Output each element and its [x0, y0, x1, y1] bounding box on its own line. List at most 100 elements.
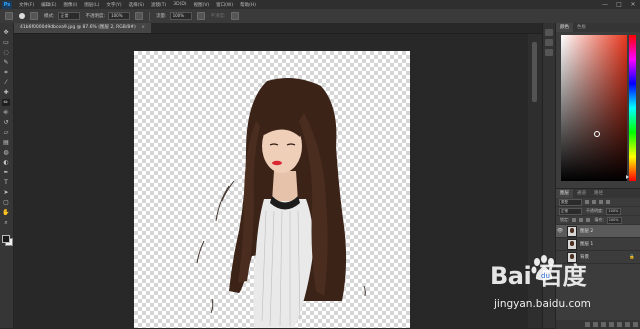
- healing-tool-icon[interactable]: ✚: [2, 89, 10, 96]
- opacity-input[interactable]: 100%: [108, 12, 131, 20]
- layer-thumbnail: [567, 238, 577, 250]
- brush-tool-icon[interactable]: ✏: [2, 99, 10, 106]
- fill-input[interactable]: 100%: [606, 216, 622, 224]
- eye-icon[interactable]: 👁: [556, 228, 564, 234]
- type-filter-icon[interactable]: [599, 200, 603, 204]
- layer-thumbnail: [567, 225, 577, 237]
- layer-name[interactable]: 图层 1: [580, 241, 593, 247]
- menu-type[interactable]: 文字(Y): [106, 2, 121, 8]
- mode-select[interactable]: 正常: [57, 12, 80, 20]
- adjustment-filter-icon[interactable]: [592, 200, 596, 204]
- collapsed-panels-strip: [543, 23, 556, 328]
- tab-paths[interactable]: 路径: [590, 189, 607, 198]
- menu-image[interactable]: 图像(I): [63, 2, 77, 8]
- properties-panel-icon[interactable]: [545, 39, 553, 46]
- foreground-color-swatch[interactable]: [2, 235, 10, 243]
- path-select-tool-icon[interactable]: ➤: [2, 189, 10, 196]
- blend-mode-select[interactable]: 正常: [559, 207, 582, 215]
- link-layers-icon[interactable]: [585, 322, 590, 327]
- brush-panel-icon[interactable]: [30, 12, 38, 20]
- shape-tool-icon[interactable]: ▢: [2, 199, 10, 206]
- dodge-tool-icon[interactable]: ◐: [2, 159, 10, 166]
- color-saturation-field[interactable]: [561, 35, 627, 181]
- fx-icon[interactable]: [593, 322, 598, 327]
- hue-slider-handle[interactable]: [626, 175, 629, 179]
- menu-help[interactable]: 帮助(H): [240, 2, 256, 8]
- maximize-button[interactable]: □: [612, 0, 626, 9]
- lock-pixels-icon[interactable]: [572, 218, 577, 222]
- flow-input[interactable]: 100%: [169, 12, 192, 20]
- color-panel-tabs: 颜色 色板: [556, 23, 640, 32]
- menu-view[interactable]: 视图(V): [194, 2, 210, 8]
- layer-name[interactable]: 背景: [580, 254, 589, 260]
- pen-tool-icon[interactable]: ✒: [2, 169, 10, 176]
- marquee-tool-icon[interactable]: ▭: [2, 39, 10, 46]
- move-tool-icon[interactable]: ✥: [2, 29, 10, 36]
- mode-label: 模式:: [44, 14, 55, 19]
- lasso-tool-icon[interactable]: ◌: [2, 49, 10, 56]
- lock-position-icon[interactable]: [579, 218, 584, 222]
- layer-row[interactable]: 👁 图层 2: [556, 225, 640, 238]
- type-tool-icon[interactable]: T: [2, 179, 10, 186]
- menu-layer[interactable]: 图层(L): [84, 2, 99, 8]
- close-tab-icon[interactable]: ×: [141, 25, 145, 30]
- quick-select-tool-icon[interactable]: ✎: [2, 59, 10, 66]
- hue-slider[interactable]: [629, 35, 636, 181]
- shape-filter-icon[interactable]: [606, 200, 610, 204]
- menu-select[interactable]: 选择(S): [129, 2, 144, 8]
- tab-channels[interactable]: 通道: [573, 189, 590, 198]
- layer-filter-row: 类型: [556, 198, 640, 207]
- zoom-tool-icon[interactable]: ⌕: [2, 219, 10, 226]
- brush-size-icon[interactable]: [19, 13, 25, 19]
- new-layer-icon[interactable]: [625, 322, 630, 327]
- layer-kind-filter[interactable]: 类型: [559, 198, 582, 206]
- blur-tool-icon[interactable]: ◍: [2, 149, 10, 156]
- menu-file[interactable]: 文件(F): [19, 2, 34, 8]
- divider: [149, 11, 151, 21]
- layer-thumbnail: [567, 251, 577, 263]
- close-button[interactable]: ✕: [626, 0, 640, 9]
- document-canvas[interactable]: [134, 51, 410, 328]
- minimize-button[interactable]: —: [598, 0, 612, 9]
- color-picker-cursor[interactable]: [594, 131, 600, 137]
- tab-color[interactable]: 颜色: [556, 23, 573, 32]
- layer-name[interactable]: 图层 2: [580, 228, 593, 234]
- trash-icon[interactable]: [633, 322, 638, 327]
- history-panel-icon[interactable]: [545, 29, 553, 36]
- adjustment-layer-icon[interactable]: [609, 322, 614, 327]
- menu-edit[interactable]: 编辑(E): [41, 2, 56, 8]
- vertical-scrollbar[interactable]: [528, 34, 542, 328]
- menu-3d[interactable]: 3D(D): [173, 2, 186, 7]
- tab-swatches[interactable]: 色板: [573, 23, 590, 32]
- layer-row[interactable]: 背景 🔒: [556, 251, 640, 264]
- airbrush-icon[interactable]: [196, 12, 205, 20]
- tab-layers[interactable]: 图层: [556, 189, 573, 198]
- eraser-tool-icon[interactable]: ▱: [2, 129, 10, 136]
- menu-window[interactable]: 窗口(W): [216, 2, 233, 8]
- photoshop-logo: Ps: [2, 0, 12, 9]
- hand-tool-icon[interactable]: ✋: [2, 209, 10, 216]
- eyedropper-tool-icon[interactable]: ⁄: [2, 79, 10, 86]
- pixel-filter-icon[interactable]: [585, 200, 589, 204]
- history-brush-tool-icon[interactable]: ↺: [2, 119, 10, 126]
- photoshop-window: Ps 文件(F) 编辑(E) 图像(I) 图层(L) 文字(Y) 选择(S) 滤…: [0, 0, 640, 329]
- menu-filter[interactable]: 滤镜(T): [151, 2, 166, 8]
- stamp-tool-icon[interactable]: ⎆: [2, 109, 10, 116]
- mask-icon[interactable]: [601, 322, 606, 327]
- layers-panel: 图层 通道 路径 类型 正常 不透明度: 100% 锁定: 填充: 100% 👁…: [556, 188, 640, 329]
- color-panel: 颜色 色板: [556, 23, 640, 188]
- adjustments-panel-icon[interactable]: [545, 49, 553, 56]
- document-tab[interactable]: 41b6f0000d9dbcea9.jpg @ 87.6% (图层 2, RGB…: [14, 23, 151, 33]
- layer-opacity-input[interactable]: 100%: [606, 207, 622, 215]
- gradient-tool-icon[interactable]: ▤: [2, 139, 10, 146]
- tool-preset-icon[interactable]: [5, 12, 13, 20]
- pressure-size-icon[interactable]: [230, 12, 239, 20]
- lock-icon: 🔒: [629, 254, 635, 260]
- layer-row[interactable]: 图层 1: [556, 238, 640, 251]
- scrollbar-thumb[interactable]: [532, 42, 537, 102]
- canvas-area[interactable]: [14, 34, 528, 328]
- lock-all-icon[interactable]: [586, 218, 591, 222]
- group-icon[interactable]: [617, 322, 622, 327]
- pressure-opacity-icon[interactable]: [135, 12, 144, 20]
- crop-tool-icon[interactable]: ⌗: [2, 69, 10, 76]
